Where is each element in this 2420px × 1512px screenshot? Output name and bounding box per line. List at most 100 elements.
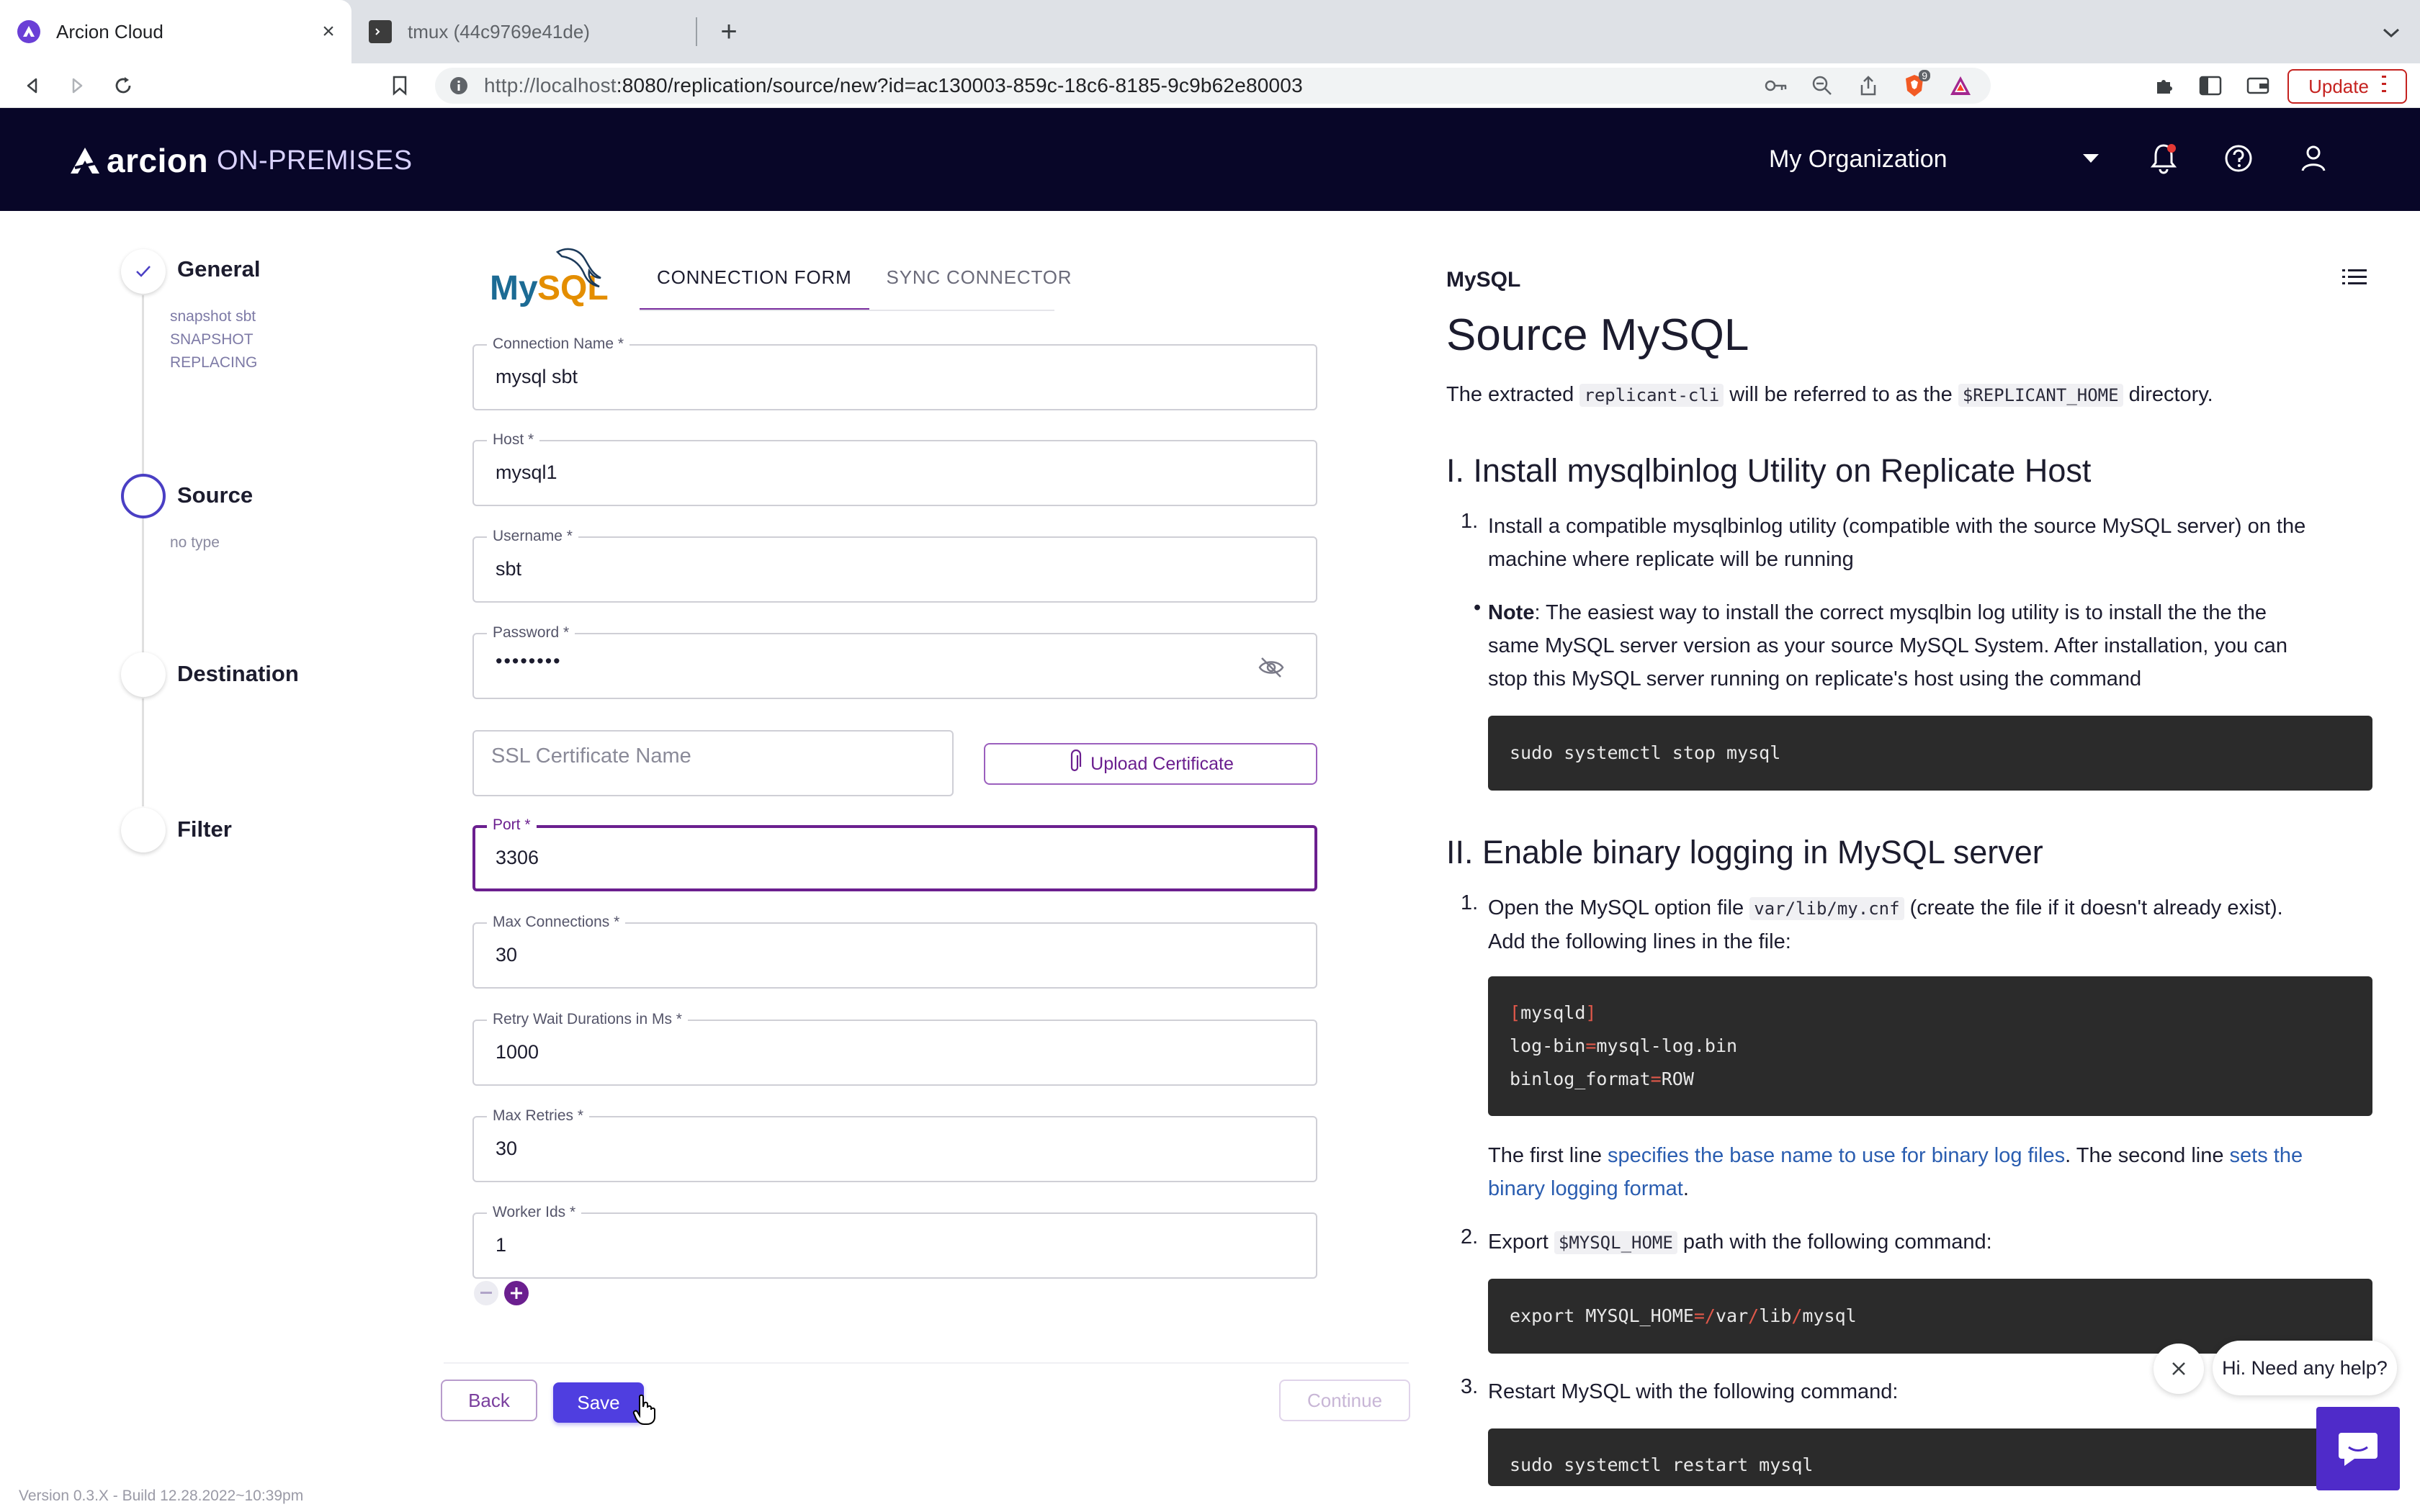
sidebar-toggle-icon[interactable] <box>2194 69 2227 102</box>
step-general-circle[interactable] <box>121 249 166 294</box>
field-value[interactable]: 30 <box>496 1138 517 1160</box>
connection-name-field[interactable]: Connection Name * mysql sbt <box>472 336 1317 410</box>
brand-name: arcion <box>107 142 209 179</box>
step-destination-label[interactable]: Destination <box>177 661 299 687</box>
text: stop this MySQL server running on replic… <box>1488 667 2142 690</box>
close-icon <box>2172 1362 2185 1375</box>
save-button[interactable]: Save <box>553 1382 644 1423</box>
max-retries-field[interactable]: Max Retries * 30 <box>472 1107 1317 1182</box>
field-value[interactable]: 1 <box>496 1234 506 1256</box>
docs-paragraph: The first line specifies the base name t… <box>1488 1139 2303 1205</box>
address-bar[interactable]: http://localhost:8080/replication/source… <box>435 68 1991 104</box>
help-icon[interactable] <box>2221 141 2256 176</box>
field-value[interactable]: 3306 <box>496 847 539 869</box>
code-token: export MYSQL_HOME <box>1510 1305 1694 1326</box>
docs-link-binary-logging-format[interactable]: sets the <box>2230 1144 2303 1167</box>
text: same MySQL server version as your source… <box>1488 634 2287 657</box>
browser-tab-arcion[interactable]: Arcion Cloud × <box>0 0 351 63</box>
password-field[interactable]: Password * •••••••• <box>472 624 1317 699</box>
upload-certificate-button[interactable]: Upload Certificate <box>984 743 1317 785</box>
list-number: 1. <box>1461 891 1479 914</box>
continue-button[interactable]: Continue <box>1279 1380 1410 1421</box>
step-source-circle[interactable] <box>121 474 166 518</box>
app-header: arcion ON-PREMISES My Organization <box>0 108 2420 211</box>
bookmark-icon[interactable] <box>383 69 416 102</box>
code-block: sudo systemctl stop mysql <box>1488 716 2372 791</box>
notification-bell-icon[interactable] <box>2146 141 2181 176</box>
zoom-out-icon[interactable] <box>1806 70 1838 102</box>
reload-icon[interactable] <box>107 69 140 102</box>
brave-shields-icon[interactable]: 9 <box>1899 70 1930 102</box>
chat-greeting-bubble[interactable]: Hi. Need any help? <box>2213 1341 2397 1395</box>
site-info-icon[interactable] <box>448 75 470 96</box>
worker-ids-field[interactable]: Worker Ids * 1 <box>472 1204 1317 1279</box>
extensions-icon[interactable] <box>2148 69 2181 102</box>
add-worker-button[interactable] <box>504 1281 529 1305</box>
update-button[interactable]: Update <box>2287 69 2407 104</box>
upload-label: Upload Certificate <box>1090 753 1234 774</box>
text: : The easiest way to install the correct… <box>1534 601 2267 624</box>
field-value[interactable]: •••••••• <box>496 650 562 672</box>
step-general-detail: REPLACING <box>170 354 258 371</box>
list-number: 1. <box>1461 510 1479 533</box>
step-filter-label[interactable]: Filter <box>177 816 232 842</box>
docs-link-binary-logging-format[interactable]: binary logging format <box>1488 1177 1683 1200</box>
field-value[interactable]: 1000 <box>496 1041 539 1063</box>
port-field[interactable]: Port * 3306 <box>472 816 1317 891</box>
remove-worker-button[interactable] <box>474 1281 498 1305</box>
docs-link-binary-log-base-name[interactable]: specifies the base name to use for binar… <box>1608 1144 2065 1167</box>
minus-icon <box>480 1292 492 1294</box>
ssl-certificate-name-input[interactable]: SSL Certificate Name <box>472 730 954 796</box>
key-icon[interactable] <box>1760 70 1792 102</box>
docs-breadcrumb: MySQL <box>1446 268 1521 292</box>
back-button[interactable]: Back <box>441 1380 537 1421</box>
url-text[interactable]: http://localhost:8080/replication/source… <box>484 74 1760 97</box>
forward-arrow-icon[interactable] <box>60 69 94 102</box>
tab-connection-form[interactable]: CONNECTION FORM <box>640 259 869 311</box>
step-source-label[interactable]: Source <box>177 482 253 508</box>
field-value[interactable]: mysql1 <box>496 462 557 484</box>
field-value[interactable]: mysql sbt <box>496 366 578 388</box>
step-destination-circle[interactable] <box>121 652 166 697</box>
text: (create the file if it doesn't already e… <box>1904 896 2283 919</box>
step-general-label[interactable]: General <box>177 256 260 282</box>
close-tab-icon[interactable]: × <box>315 19 341 45</box>
chat-launcher-button[interactable] <box>2316 1407 2400 1490</box>
username-field[interactable]: Username * sbt <box>472 528 1317 603</box>
brave-rewards-icon[interactable] <box>1945 70 1976 102</box>
code-token: log-bin <box>1510 1035 1586 1056</box>
organization-selector[interactable]: My Organization <box>1769 145 1948 174</box>
retry-wait-duration-field[interactable]: Retry Wait Durations in Ms * 1000 <box>472 1011 1317 1086</box>
visibility-off-icon[interactable] <box>1257 653 1286 682</box>
new-tab-icon[interactable]: + <box>713 16 745 48</box>
text: Add the following lines in the file: <box>1488 930 1791 953</box>
svg-text:SQL: SQL <box>537 269 609 307</box>
chat-dismiss-button[interactable] <box>2154 1344 2204 1394</box>
browser-tab-bar: Arcion Cloud × tmux (44c9769e41de) + <box>0 0 2420 63</box>
tab-sync-connector[interactable]: SYNC CONNECTOR <box>869 259 1090 311</box>
browser-tab-tmux[interactable]: tmux (44c9769e41de) <box>351 0 697 63</box>
check-icon <box>136 266 151 277</box>
plus-icon <box>511 1287 522 1299</box>
arcion-logo[interactable]: arcion ON-PREMISES <box>68 141 413 180</box>
code-token: ROW <box>1661 1068 1694 1089</box>
docs-step-text: Install a compatible mysqlbinlog utility… <box>1488 510 2305 576</box>
wallet-icon[interactable] <box>2241 69 2275 102</box>
step-filter-circle[interactable] <box>121 808 166 852</box>
share-icon[interactable] <box>1852 70 1884 102</box>
host-field[interactable]: Host * mysql1 <box>472 431 1317 506</box>
code-line: export MYSQL_HOME=/var/lib/mysql <box>1510 1305 1857 1326</box>
tab-search-chevron-icon[interactable] <box>2377 19 2406 48</box>
max-connections-field[interactable]: Max Connections * 30 <box>472 914 1317 989</box>
table-of-contents-icon[interactable] <box>2342 268 2371 297</box>
field-value[interactable]: 30 <box>496 944 517 966</box>
user-profile-icon[interactable] <box>2296 141 2331 176</box>
code-block: sudo systemctl restart mysql <box>1488 1428 2372 1486</box>
field-value[interactable]: sbt <box>496 558 521 580</box>
text: machine where replicate will be running <box>1488 548 1854 571</box>
back-arrow-icon[interactable] <box>16 69 49 102</box>
step-source-detail: no type <box>170 534 220 551</box>
caret-down-icon[interactable] <box>2083 154 2099 168</box>
code-line: log-bin=mysql-log.bin <box>1510 1035 1738 1056</box>
docs-step-text: Export $MYSQL_HOME path with the followi… <box>1488 1225 1992 1259</box>
